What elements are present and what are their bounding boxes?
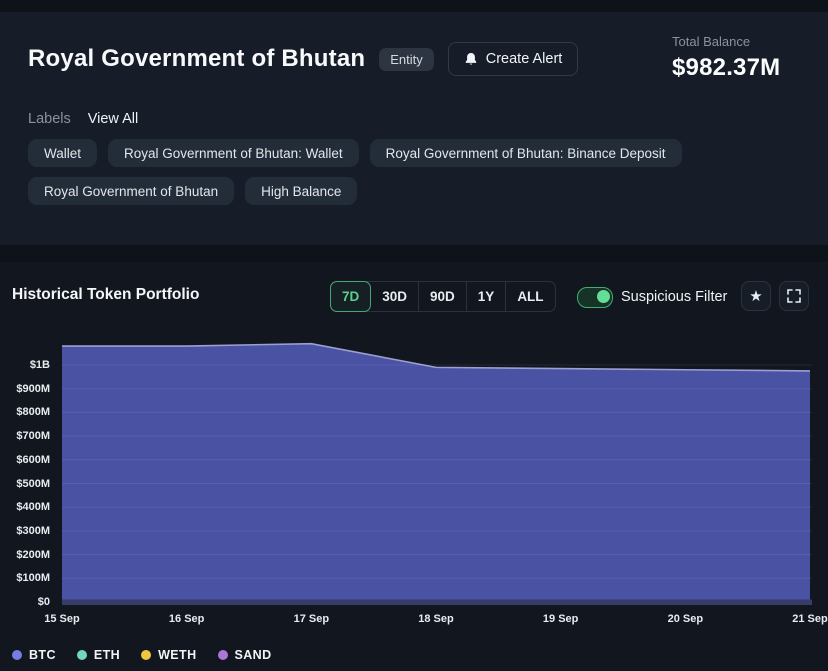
label-chip[interactable]: Royal Government of Bhutan: Binance Depo…: [370, 139, 682, 167]
labels-row: Labels View All: [28, 111, 138, 127]
legend-item-btc[interactable]: BTC: [12, 648, 56, 662]
star-icon: ★: [749, 287, 762, 305]
y-axis-tick: $1B: [30, 358, 50, 372]
y-axis-tick: $900M: [16, 382, 50, 396]
x-axis-tick: 20 Sep: [668, 613, 703, 625]
portfolio-title: Historical Token Portfolio: [12, 286, 199, 304]
y-axis-tick: $400M: [16, 500, 50, 514]
suspicious-filter-label: Suspicious Filter: [621, 289, 727, 305]
app-root: Royal Government of Bhutan Entity Create…: [0, 0, 828, 671]
range-button-90d[interactable]: 90D: [419, 282, 467, 311]
y-axis-tick: $800M: [16, 405, 50, 419]
entity-header-card: Royal Government of Bhutan Entity Create…: [0, 12, 828, 245]
create-alert-label: Create Alert: [486, 51, 563, 67]
portfolio-chart: [0, 330, 828, 612]
label-chip[interactable]: Wallet: [28, 139, 97, 167]
portfolio-card: Historical Token Portfolio 7D30D90D1YALL…: [0, 262, 828, 671]
label-chip[interactable]: Royal Government of Bhutan: [28, 177, 234, 205]
total-balance-label: Total Balance: [672, 34, 780, 49]
time-range-group: 7D30D90D1YALL: [330, 281, 556, 312]
expand-icon: [787, 289, 801, 303]
range-button-1y[interactable]: 1Y: [467, 282, 507, 311]
label-chips: Wallet Royal Government of Bhutan: Wallet…: [28, 139, 728, 205]
legend-label: WETH: [158, 648, 196, 662]
y-axis-tick: $0: [38, 595, 50, 609]
label-chip[interactable]: High Balance: [245, 177, 357, 205]
y-axis-tick: $500M: [16, 477, 50, 491]
y-axis-tick: $600M: [16, 453, 50, 467]
range-button-all[interactable]: ALL: [506, 282, 554, 311]
suspicious-filter-toggle[interactable]: [577, 287, 613, 308]
y-axis-tick: $100M: [16, 571, 50, 585]
legend-label: SAND: [235, 648, 272, 662]
y-axis-tick: $200M: [16, 548, 50, 562]
chart-legend: BTC ETH WETH SAND: [12, 648, 272, 662]
x-axis-tick: 17 Sep: [294, 613, 329, 625]
create-alert-button[interactable]: Create Alert: [448, 42, 579, 76]
legend-label: BTC: [29, 648, 56, 662]
fullscreen-button[interactable]: [779, 281, 809, 311]
legend-dot: [12, 650, 22, 660]
x-axis-tick: 18 Sep: [418, 613, 453, 625]
legend-item-sand[interactable]: SAND: [218, 648, 272, 662]
y-axis-tick: $700M: [16, 429, 50, 443]
view-all-link[interactable]: View All: [88, 111, 139, 127]
x-axis-tick: 15 Sep: [44, 613, 79, 625]
legend-dot: [218, 650, 228, 660]
total-balance-value: $982.37M: [672, 54, 780, 82]
range-button-30d[interactable]: 30D: [371, 282, 419, 311]
legend-item-weth[interactable]: WETH: [141, 648, 196, 662]
bell-icon: [464, 52, 478, 66]
area-series: [62, 344, 810, 602]
y-axis-tick: $300M: [16, 524, 50, 538]
entity-badge: Entity: [379, 48, 434, 71]
title-row: Royal Government of Bhutan Entity Create…: [28, 42, 578, 76]
x-axis-tick: 16 Sep: [169, 613, 204, 625]
x-axis-line: [62, 600, 812, 606]
favorite-button[interactable]: ★: [741, 281, 771, 311]
legend-label: ETH: [94, 648, 120, 662]
labels-title: Labels: [28, 111, 71, 127]
total-balance-block: Total Balance $982.37M: [672, 34, 780, 82]
page-title: Royal Government of Bhutan: [28, 45, 365, 73]
x-axis-tick: 19 Sep: [543, 613, 578, 625]
legend-item-eth[interactable]: ETH: [77, 648, 120, 662]
label-chip[interactable]: Royal Government of Bhutan: Wallet: [108, 139, 359, 167]
legend-dot: [141, 650, 151, 660]
toggle-knob: [597, 290, 610, 303]
legend-dot: [77, 650, 87, 660]
x-axis-tick: 21 Sep: [792, 613, 827, 625]
range-button-7d[interactable]: 7D: [330, 281, 371, 312]
